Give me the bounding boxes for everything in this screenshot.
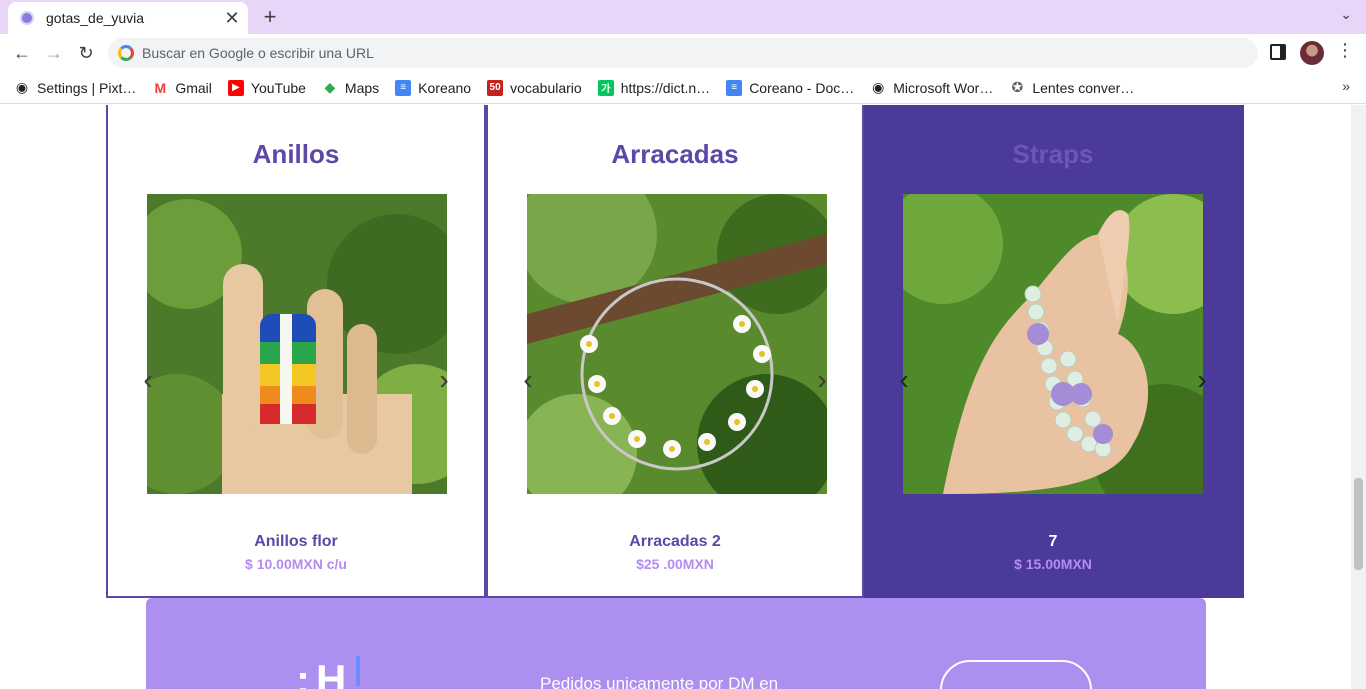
new-tab-button[interactable]: + — [258, 4, 282, 29]
bookmark-label: Coreano - Doc… — [749, 79, 855, 96]
close-icon[interactable]: ✕ — [220, 6, 244, 30]
tab-strip: gotas_de_yuvia ✕ + ⌄ — [0, 0, 1366, 34]
globe-icon: ◉ — [872, 79, 885, 95]
scroll-thumb[interactable] — [1354, 478, 1363, 570]
chevron-double-right-icon[interactable]: » — [1342, 78, 1350, 94]
bookmark-label: Lentes conver… — [1032, 79, 1135, 96]
bookmark-item[interactable]: ≡ Coreano - Doc… — [726, 79, 855, 96]
puzzle-icon: ✪ — [1011, 79, 1024, 95]
page-viewport: Anillos ‹ › Anillos flor $ 10.00MXN c/u … — [0, 105, 1366, 689]
bookmark-label: Microsoft Wor… — [893, 79, 994, 96]
category-title: Arracadas — [611, 139, 739, 169]
bookmark-label: vocabulario — [510, 79, 582, 96]
address-bar[interactable]: Buscar en Google o escribir una URL — [108, 38, 1258, 68]
google-icon — [118, 45, 134, 61]
browser-toolbar: ← → ↻ Buscar en Google o escribir una UR… — [0, 34, 1366, 72]
chevron-left-icon[interactable]: ‹ — [896, 364, 912, 395]
maps-icon: ◆ — [324, 79, 336, 95]
category-title: Straps — [1012, 139, 1094, 169]
bookmark-label: Settings | Pixt… — [37, 79, 137, 96]
bookmark-item[interactable]: 50 vocabulario — [487, 79, 582, 96]
menu-icon[interactable]: ⋮ — [1336, 40, 1354, 61]
back-button[interactable]: ← — [9, 40, 35, 66]
bookmark-item[interactable]: 가 https://dict.n… — [597, 79, 711, 96]
instagram-button[interactable] — [940, 660, 1092, 689]
chevron-down-icon[interactable]: ⌄ — [1340, 6, 1352, 23]
chevron-left-icon[interactable]: ‹ — [140, 364, 156, 395]
category-cards: Anillos ‹ › Anillos flor $ 10.00MXN c/u … — [106, 105, 1246, 598]
bookmark-label: https://dict.n… — [620, 79, 711, 96]
youtube-icon: ▶ — [227, 79, 244, 96]
bookmark-label: YouTube — [250, 79, 306, 96]
chevron-right-icon[interactable]: › — [814, 364, 830, 395]
bookmark-label: Gmail — [175, 79, 212, 96]
product-price: $25 .00MXN — [636, 556, 714, 572]
bookmark-item[interactable]: ◉ Microsoft Wor… — [870, 79, 994, 96]
docs-icon: ≡ — [726, 79, 743, 96]
favicon-icon — [22, 13, 32, 23]
docs-icon: ≡ — [395, 79, 412, 96]
product-image[interactable] — [527, 194, 827, 494]
bookmark-label: Koreano — [418, 79, 472, 96]
logo-icon: :H — [296, 656, 361, 689]
category-card-anillos: Anillos ‹ › Anillos flor $ 10.00MXN c/u — [106, 105, 486, 598]
reload-button[interactable]: ↻ — [73, 40, 99, 66]
bookmark-item[interactable]: M Gmail — [152, 80, 212, 96]
address-placeholder: Buscar en Google o escribir una URL — [142, 45, 374, 61]
gmail-icon: M — [154, 79, 167, 96]
product-name[interactable]: Arracadas 2 — [488, 533, 862, 551]
forward-button[interactable]: → — [41, 40, 67, 66]
bookmark-item[interactable]: ≡ Koreano — [395, 79, 472, 96]
bookmark-item[interactable]: ✪ Lentes conver… — [1009, 79, 1135, 96]
chevron-right-icon[interactable]: › — [1194, 364, 1210, 395]
browser-tab[interactable]: gotas_de_yuvia ✕ — [8, 2, 248, 34]
product-price: $ 15.00MXN — [1014, 556, 1092, 572]
footer-band: :H Pedidos unicamente por DM en — [146, 598, 1206, 689]
bookmark-item[interactable]: ◉ Settings | Pixt… — [14, 79, 137, 96]
product-image[interactable] — [147, 194, 447, 494]
category-card-straps: Straps ‹ › 7 $ 15.00MXN — [864, 105, 1244, 598]
chevron-left-icon[interactable]: ‹ — [520, 364, 536, 395]
fifty-icon: 50 — [487, 79, 504, 96]
category-title: Anillos — [252, 139, 340, 169]
naver-icon: 가 — [597, 79, 614, 96]
bookmark-item[interactable]: ▶ YouTube — [227, 79, 306, 96]
product-name[interactable]: 7 — [864, 533, 1242, 551]
side-panel-icon[interactable] — [1270, 44, 1286, 60]
avatar[interactable] — [1300, 41, 1324, 65]
globe-icon: ◉ — [15, 79, 29, 95]
tab-title: gotas_de_yuvia — [46, 10, 145, 26]
chevron-right-icon[interactable]: › — [436, 364, 452, 395]
product-price: $ 10.00MXN c/u — [245, 556, 347, 572]
product-image[interactable] — [903, 194, 1203, 494]
footer-text: Pedidos unicamente por DM en — [540, 674, 779, 689]
category-card-arracadas: Arracadas ‹ › Arracadas 2 $25 .00MXN — [486, 105, 864, 598]
bookmarks-bar: ◉ Settings | Pixt… M Gmail ▶ YouTube ◆ Maps ≡ Kor… — [0, 72, 1366, 104]
product-name[interactable]: Anillos flor — [108, 533, 484, 551]
bookmark-item[interactable]: ◆ Maps — [322, 79, 380, 96]
scrollbar[interactable] — [1351, 105, 1366, 689]
bookmark-label: Maps — [344, 79, 380, 96]
